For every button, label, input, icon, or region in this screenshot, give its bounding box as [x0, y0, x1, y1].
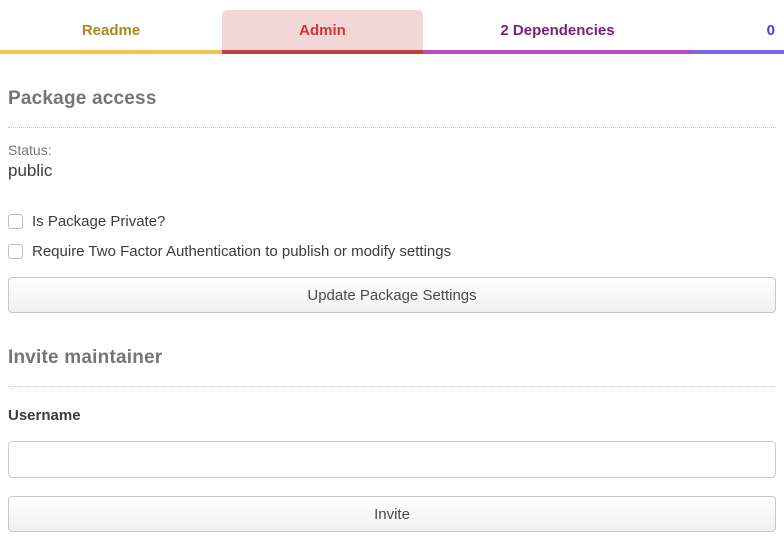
require-2fa-label: Require Two Factor Authentication to pub…: [32, 243, 451, 260]
tab-bar: Readme Admin 2 Dependencies 0: [0, 0, 784, 54]
tab-dependencies[interactable]: 2 Dependencies: [423, 10, 692, 54]
admin-panel: Package access Status: public Is Package…: [0, 88, 784, 532]
package-access-title: Package access: [8, 88, 776, 110]
invite-button[interactable]: Invite: [8, 496, 776, 532]
is-package-private-row[interactable]: Is Package Private?: [8, 213, 776, 230]
tab-dependents[interactable]: 0: [692, 10, 784, 54]
require-2fa-checkbox[interactable]: [8, 244, 23, 259]
divider: [8, 386, 776, 387]
status-label: Status:: [8, 142, 776, 158]
tab-admin-label: Admin: [299, 22, 346, 39]
invite-maintainer-title: Invite maintainer: [8, 347, 776, 369]
is-package-private-label: Is Package Private?: [32, 213, 165, 230]
require-2fa-row[interactable]: Require Two Factor Authentication to pub…: [8, 243, 776, 260]
tab-dependents-label: 0: [767, 22, 775, 39]
update-package-settings-button[interactable]: Update Package Settings: [8, 277, 776, 313]
status-value: public: [8, 161, 776, 181]
tab-readme-label: Readme: [82, 22, 140, 39]
username-input[interactable]: [8, 441, 776, 478]
username-label: Username: [8, 407, 776, 424]
divider: [8, 127, 776, 128]
tab-admin[interactable]: Admin: [222, 10, 423, 54]
tab-dependencies-label: 2 Dependencies: [500, 22, 614, 39]
package-settings-checkboxes: Is Package Private? Require Two Factor A…: [8, 213, 776, 260]
tab-readme[interactable]: Readme: [0, 10, 222, 54]
is-package-private-checkbox[interactable]: [8, 214, 23, 229]
